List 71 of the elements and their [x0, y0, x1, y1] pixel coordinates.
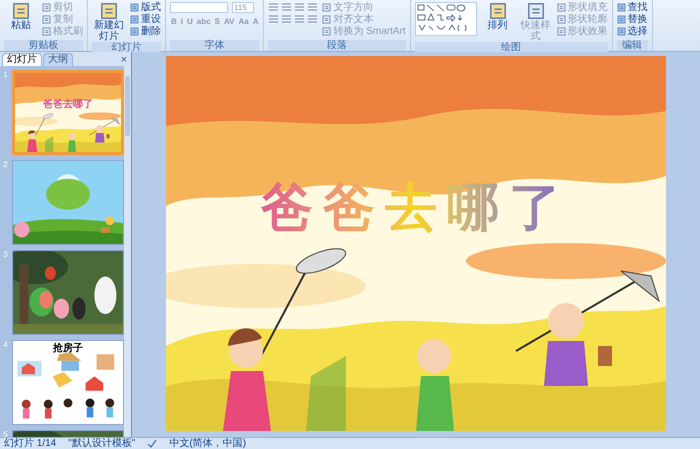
paragraph-icon[interactable] — [294, 14, 306, 24]
document-icon — [616, 27, 626, 36]
paragraph-icon[interactable] — [268, 14, 280, 24]
ribbon-button[interactable]: 删除 — [130, 26, 161, 37]
ribbon-button[interactable]: 选择 — [616, 26, 648, 37]
document-icon — [130, 15, 139, 24]
document-icon — [42, 15, 51, 24]
shapes-gallery-icon[interactable] — [414, 2, 477, 36]
group-label: 剪贴板 — [4, 40, 83, 51]
format-button[interactable]: S — [214, 16, 221, 27]
document-icon — [488, 2, 507, 20]
document-icon — [322, 3, 332, 12]
paragraph-icon[interactable] — [307, 14, 318, 24]
font-size-field[interactable]: 115 — [232, 2, 254, 13]
group-label: 字体 — [170, 40, 260, 51]
ribbon-button[interactable]: 重设 — [130, 14, 161, 25]
format-button[interactable]: A — [252, 16, 260, 27]
paragraph-icon[interactable] — [307, 2, 318, 12]
ribbon-button[interactable]: 替换 — [616, 14, 648, 25]
ribbon-button[interactable]: 新建幻灯片 — [92, 2, 126, 42]
language-label: 中文(简体，中国) — [169, 438, 246, 449]
group-label: 段落 — [268, 40, 406, 51]
slide-number: 1 — [2, 70, 9, 81]
document-icon — [556, 3, 566, 12]
theme-name: "默认设计模板" — [68, 438, 136, 449]
document-icon — [42, 27, 51, 36]
group-label: 编辑 — [616, 40, 648, 51]
slide-number: 2 — [2, 160, 9, 171]
document-icon — [556, 15, 566, 24]
group-label: 幻灯片 — [92, 42, 161, 53]
panel-tab[interactable]: 大纲 — [43, 53, 73, 66]
format-button[interactable]: Aa — [237, 16, 250, 27]
document-icon — [616, 15, 626, 24]
ribbon-button[interactable]: 排列 — [480, 2, 515, 31]
document-icon — [130, 27, 139, 36]
slide-title: 爸爸去哪了 — [42, 99, 94, 110]
font-name-field[interactable] — [170, 2, 228, 13]
slide-number: 4 — [2, 340, 9, 351]
slide-thumbnail[interactable]: 抢房子 — [12, 340, 124, 425]
paragraph-icon[interactable] — [281, 14, 292, 24]
spellcheck-icon[interactable] — [147, 439, 158, 448]
scroll-thumb[interactable] — [125, 76, 130, 136]
format-button[interactable]: AV — [222, 16, 236, 27]
ribbon-button[interactable]: 粘贴 — [4, 2, 38, 31]
slide-counter: 幻灯片 1/14 — [4, 438, 56, 449]
slide-number: 5 — [2, 430, 9, 437]
format-button[interactable]: U — [186, 16, 194, 27]
document-icon — [616, 3, 626, 12]
panel-tab[interactable]: 幻灯片 — [2, 53, 42, 66]
format-button[interactable]: abc — [196, 16, 212, 27]
paragraph-icon[interactable] — [268, 2, 280, 12]
ribbon-button[interactable]: 查找 — [616, 2, 648, 13]
slide-thumbnail[interactable]: 爸爸去哪了 — [12, 70, 124, 155]
document-icon — [130, 3, 139, 12]
format-button[interactable]: I — [180, 16, 184, 27]
slide-number: 3 — [2, 250, 9, 261]
format-button[interactable]: B — [170, 16, 178, 27]
document-icon — [42, 3, 51, 12]
paragraph-icon[interactable] — [294, 2, 306, 12]
ribbon-button[interactable]: 版式 — [130, 2, 161, 13]
document-icon — [322, 15, 332, 24]
document-icon — [322, 27, 332, 36]
document-icon — [526, 2, 545, 20]
slide-title: 抢房子 — [52, 343, 84, 354]
close-button[interactable]: × — [120, 54, 129, 66]
group-label: 绘图 — [414, 42, 608, 53]
document-icon — [556, 27, 566, 36]
paragraph-icon[interactable] — [281, 2, 292, 12]
scrollbar[interactable] — [124, 66, 131, 437]
document-icon — [100, 2, 118, 20]
document-icon — [12, 2, 30, 20]
